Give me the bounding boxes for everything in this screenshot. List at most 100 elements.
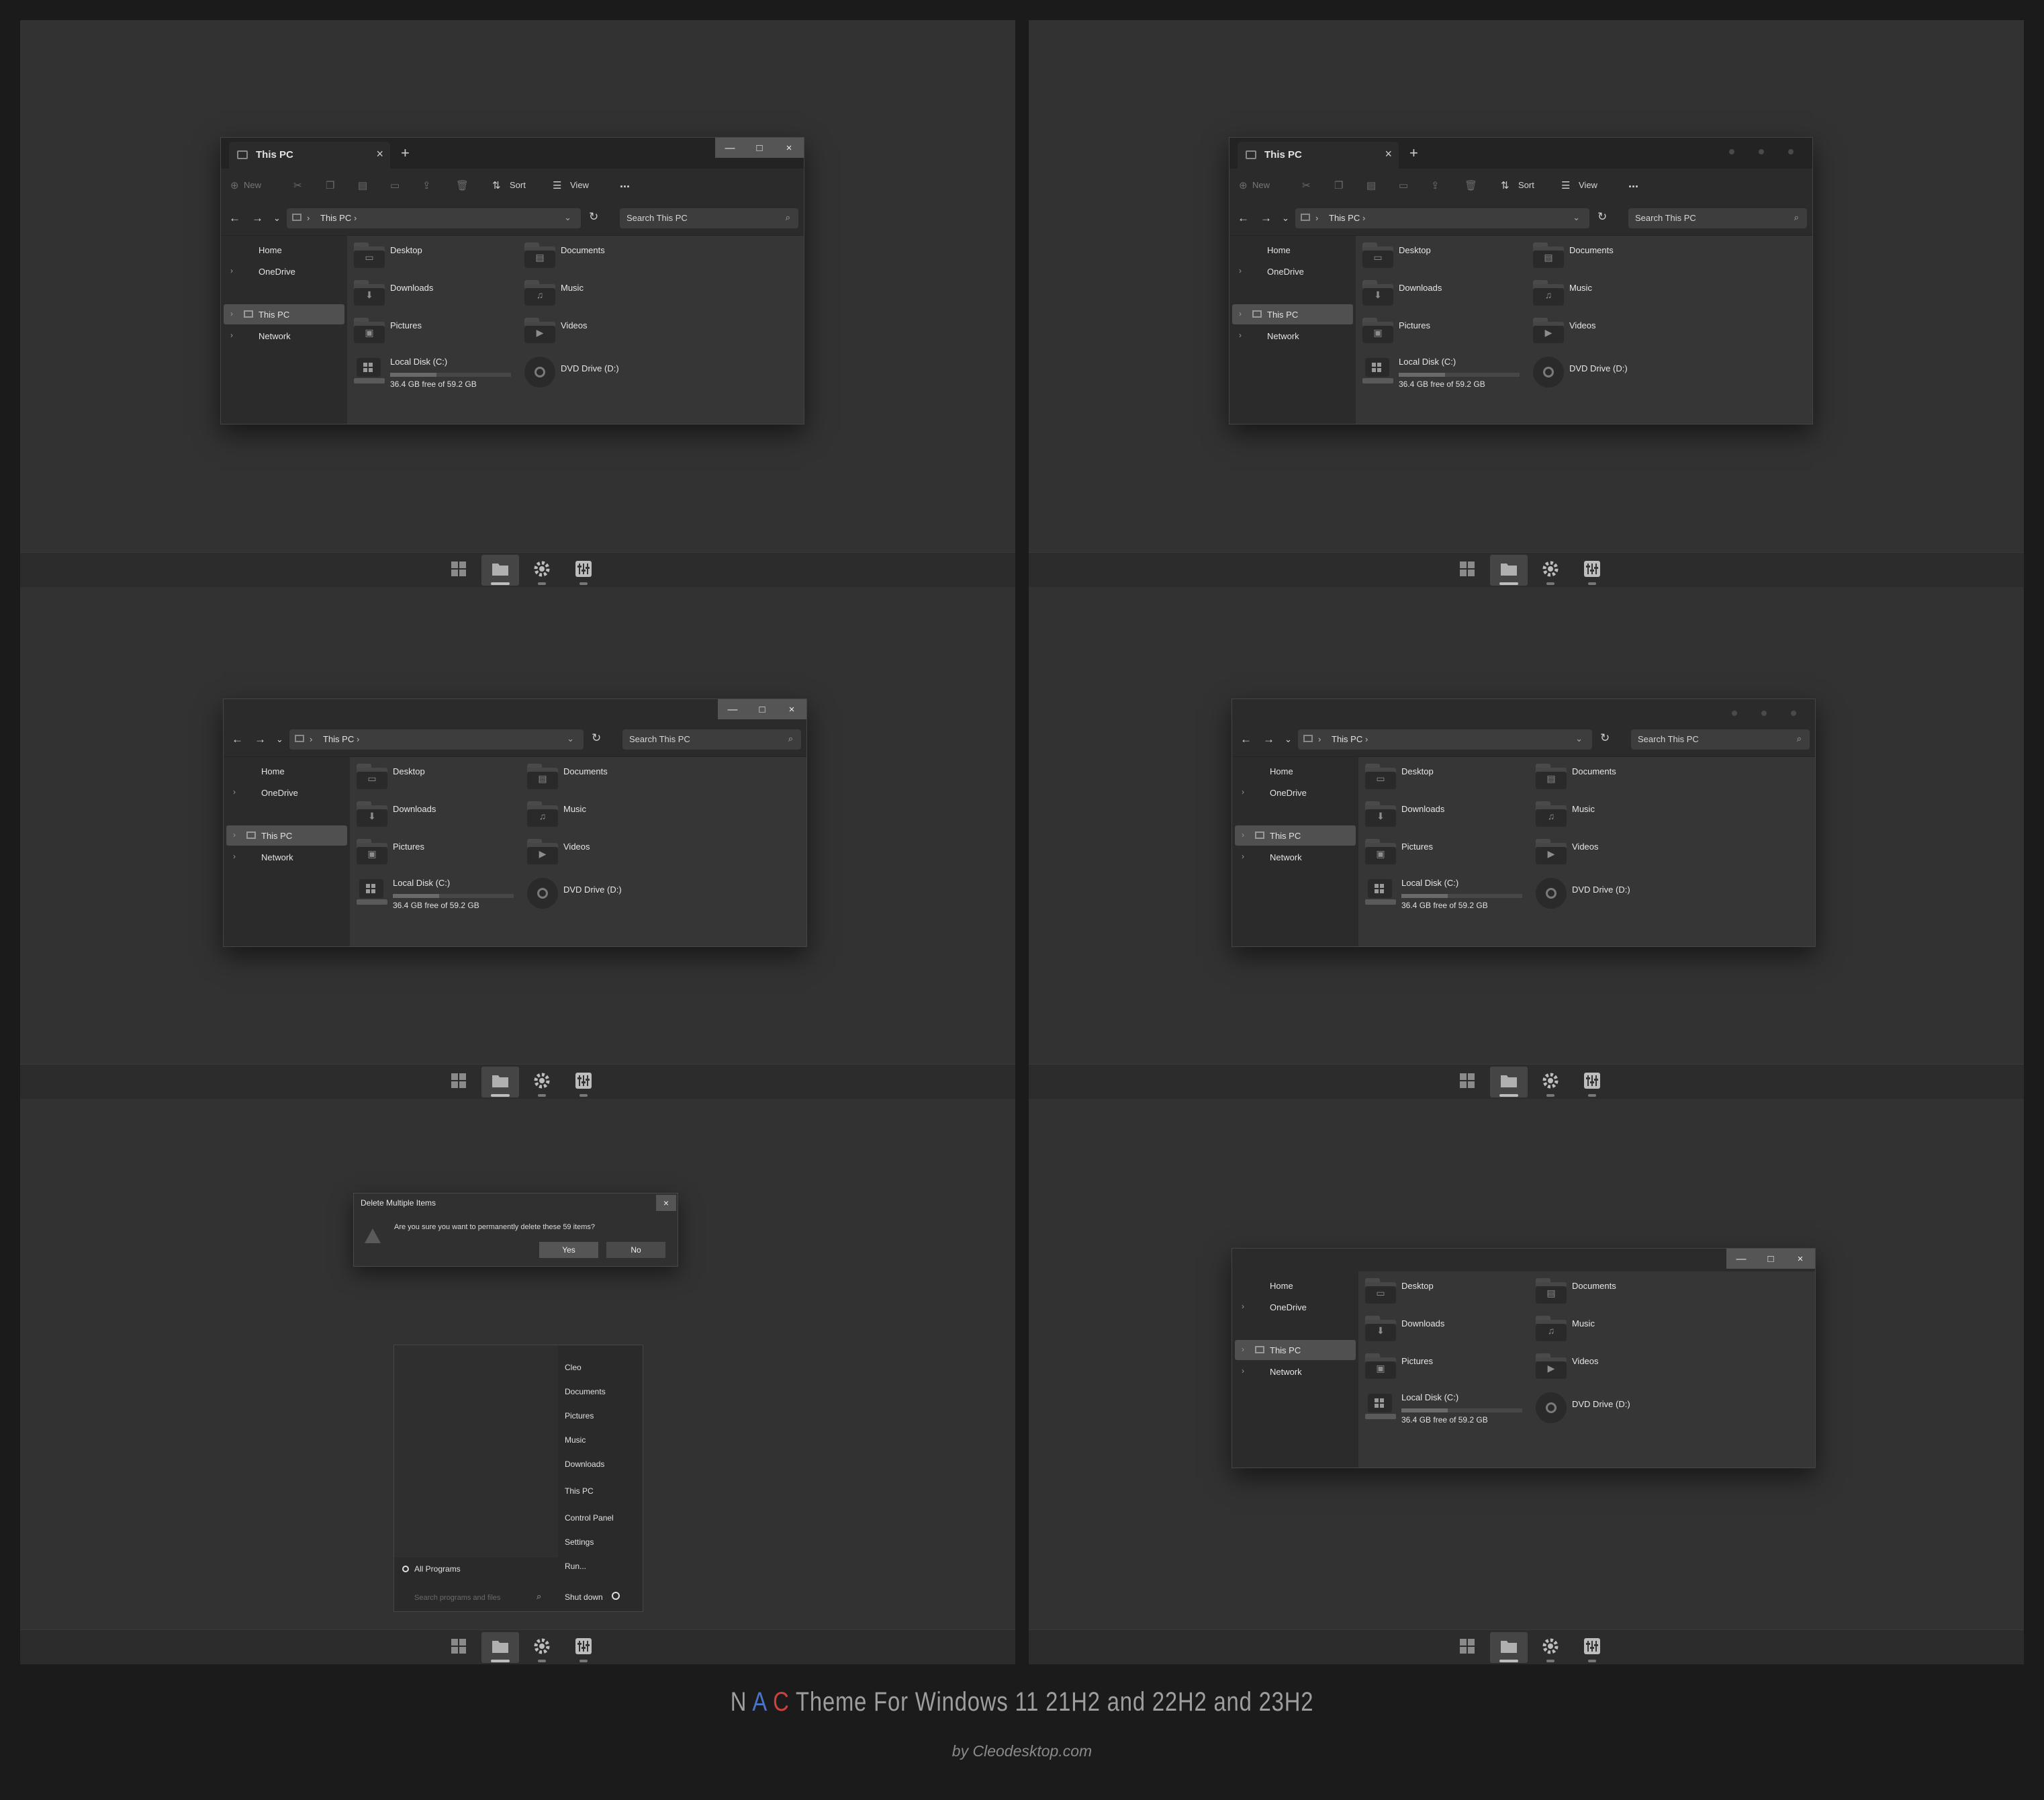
new-button-label[interactable]: New: [244, 180, 261, 190]
all-programs-item[interactable]: All Programs: [402, 1564, 461, 1574]
minimize-button[interactable]: [1720, 703, 1749, 723]
refresh-icon[interactable]: ↻: [1600, 731, 1610, 745]
folder-music[interactable]: ♫ Music: [1529, 1314, 1690, 1348]
chevron-right-icon[interactable]: ›: [1242, 852, 1244, 861]
local-disk-c[interactable]: Local Disk (C:) 36.4 GB free of 59.2 GB: [1358, 1391, 1529, 1431]
new-button-label[interactable]: New: [1252, 180, 1270, 190]
chevron-right-icon[interactable]: ›: [1242, 787, 1244, 797]
folder-documents[interactable]: ▤ Documents: [1529, 1277, 1690, 1310]
breadcrumb-this-pc[interactable]: This PC: [320, 213, 351, 223]
folder-desktop[interactable]: ▭ Desktop: [1358, 1277, 1520, 1310]
folder-documents[interactable]: ▤ Documents: [520, 762, 682, 796]
start-item-control-panel[interactable]: Control Panel: [565, 1513, 614, 1523]
folder-pictures[interactable]: ▣ Pictures: [1358, 838, 1520, 871]
recent-icon[interactable]: ⌄: [1282, 213, 1289, 224]
control-panel-taskbar-button[interactable]: [1573, 1067, 1611, 1097]
tab-this-pc[interactable]: This PC ×: [1238, 142, 1399, 169]
delete-icon[interactable]: 🗑: [1465, 179, 1477, 191]
folder-documents[interactable]: ▤ Documents: [518, 241, 679, 275]
control-panel-taskbar-button[interactable]: [1573, 1632, 1611, 1663]
forward-icon[interactable]: →: [254, 733, 266, 746]
sidebar-item-this-pc[interactable]: › This PC: [224, 304, 344, 324]
folder-music[interactable]: ♫ Music: [518, 279, 679, 312]
refresh-icon[interactable]: ↻: [1597, 210, 1607, 224]
address-dropdown-icon[interactable]: ⌄: [567, 733, 574, 744]
cut-icon[interactable]: ✂: [1302, 179, 1311, 191]
start-taskbar-button[interactable]: [1448, 1067, 1486, 1097]
sidebar-item-onedrive[interactable]: › OneDrive: [1235, 1297, 1356, 1317]
start-taskbar-button[interactable]: [440, 1067, 477, 1097]
sort-icon[interactable]: ⇅: [1501, 179, 1509, 191]
local-disk-c[interactable]: Local Disk (C:) 36.4 GB free of 59.2 GB: [1358, 876, 1529, 917]
no-button[interactable]: No: [606, 1242, 665, 1258]
forward-icon[interactable]: →: [252, 212, 263, 225]
forward-icon[interactable]: →: [1260, 212, 1272, 225]
minimize-button[interactable]: [1717, 142, 1747, 162]
address-field[interactable]: › This PC › ⌄: [1298, 729, 1592, 750]
start-item-pictures[interactable]: Pictures: [565, 1411, 594, 1421]
folder-downloads[interactable]: ⬇ Downloads: [347, 279, 508, 312]
share-icon[interactable]: ⇪: [1431, 179, 1440, 191]
control-panel-taskbar-button[interactable]: [565, 1632, 602, 1663]
back-icon[interactable]: ←: [232, 733, 243, 746]
chevron-right-icon[interactable]: ›: [1242, 1366, 1244, 1376]
forward-icon[interactable]: →: [1263, 733, 1274, 746]
minimize-button[interactable]: —: [1726, 1249, 1756, 1269]
address-field[interactable]: › This PC › ⌄: [287, 208, 581, 228]
folder-pictures[interactable]: ▣ Pictures: [1358, 1352, 1520, 1386]
search-input[interactable]: Search This PC ⌕: [622, 729, 801, 750]
file-explorer-taskbar-button[interactable]: [481, 1067, 519, 1097]
settings-taskbar-button[interactable]: [1532, 1067, 1569, 1097]
start-item-documents[interactable]: Documents: [565, 1387, 606, 1396]
dialog-close-button[interactable]: ×: [656, 1195, 676, 1211]
shutdown-button[interactable]: Shut down: [565, 1592, 603, 1602]
yes-button[interactable]: Yes: [539, 1242, 598, 1258]
folder-music[interactable]: ♫ Music: [1529, 800, 1690, 834]
refresh-icon[interactable]: ↻: [592, 731, 601, 745]
chevron-right-icon[interactable]: ›: [230, 266, 233, 275]
folder-desktop[interactable]: ▭ Desktop: [1358, 762, 1520, 796]
sidebar-item-network[interactable]: › Network: [224, 326, 344, 346]
paste-icon[interactable]: ▤: [1366, 179, 1376, 191]
start-item-music[interactable]: Music: [565, 1435, 586, 1445]
more-button[interactable]: ...: [620, 177, 630, 191]
close-button[interactable]: [1776, 142, 1806, 162]
new-tab-icon[interactable]: +: [401, 146, 410, 161]
close-button[interactable]: ×: [774, 138, 804, 158]
folder-desktop[interactable]: ▭ Desktop: [1356, 241, 1517, 275]
rename-icon[interactable]: ▭: [1399, 179, 1408, 191]
folder-pictures[interactable]: ▣ Pictures: [1356, 316, 1517, 350]
folder-videos[interactable]: ▶ Videos: [518, 316, 679, 350]
dvd-drive-d[interactable]: DVD Drive (D:): [520, 876, 682, 910]
address-field[interactable]: › This PC › ⌄: [289, 729, 584, 750]
sort-button[interactable]: Sort: [510, 180, 526, 190]
recent-icon[interactable]: ⌄: [1285, 734, 1292, 745]
folder-downloads[interactable]: ⬇ Downloads: [1358, 1314, 1520, 1348]
breadcrumb-this-pc[interactable]: This PC: [323, 734, 354, 744]
address-dropdown-icon[interactable]: ⌄: [564, 212, 571, 223]
sidebar-item-home[interactable]: Home: [1235, 1275, 1356, 1296]
paste-icon[interactable]: ▤: [358, 179, 367, 191]
start-item-downloads[interactable]: Downloads: [565, 1459, 604, 1469]
delete-icon[interactable]: 🗑: [456, 179, 469, 191]
chevron-right-icon[interactable]: ›: [1239, 266, 1242, 275]
file-explorer-taskbar-button[interactable]: [1490, 1067, 1528, 1097]
maximize-button[interactable]: □: [1756, 1249, 1785, 1269]
new-tab-icon[interactable]: +: [1409, 146, 1418, 161]
folder-downloads[interactable]: ⬇ Downloads: [1358, 800, 1520, 834]
rename-icon[interactable]: ▭: [390, 179, 400, 191]
cut-icon[interactable]: ✂: [293, 179, 302, 191]
close-button[interactable]: ×: [777, 699, 806, 719]
maximize-button[interactable]: [1747, 142, 1776, 162]
start-search-input[interactable]: Search programs and files: [414, 1594, 500, 1602]
address-field[interactable]: › This PC › ⌄: [1295, 208, 1589, 228]
sidebar-item-home[interactable]: Home: [226, 761, 347, 781]
folder-documents[interactable]: ▤ Documents: [1526, 241, 1687, 275]
start-item-run[interactable]: Run...: [565, 1562, 586, 1571]
copy-icon[interactable]: ❐: [326, 179, 334, 191]
close-button[interactable]: ×: [1785, 1249, 1815, 1269]
folder-downloads[interactable]: ⬇ Downloads: [1356, 279, 1517, 312]
dvd-drive-d[interactable]: DVD Drive (D:): [1529, 1391, 1690, 1425]
chevron-right-icon[interactable]: ›: [233, 852, 236, 861]
folder-music[interactable]: ♫ Music: [520, 800, 682, 834]
